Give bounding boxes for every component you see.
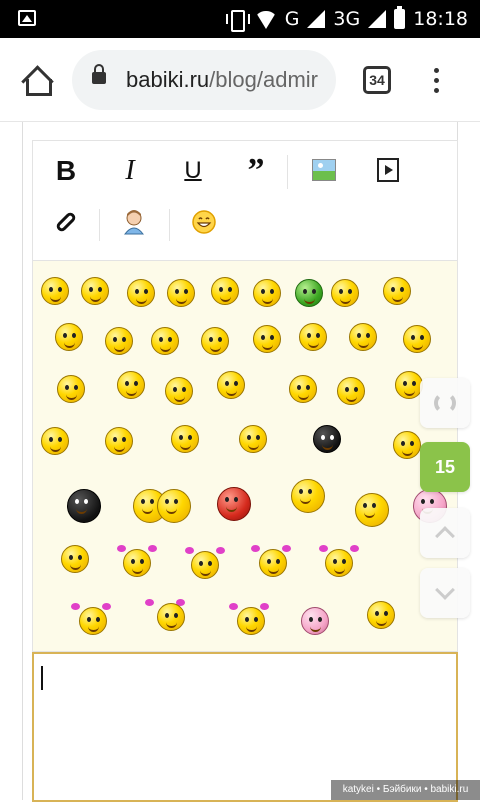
smiley-icon[interactable] [127,279,155,307]
signal-icon [307,10,326,28]
smiley-icon[interactable] [239,425,267,453]
smiley-icon[interactable] [301,607,329,635]
smiley-icon[interactable] [253,279,281,307]
wifi-icon [254,11,277,29]
smiley-icon[interactable] [167,279,195,307]
network-type-3g: 3G [333,8,361,30]
smiley-icon[interactable] [201,327,229,355]
smiley-icon[interactable] [117,371,145,399]
smiley-icon[interactable] [295,279,323,307]
url-text: babiki.ru/blog/admir [126,67,318,93]
signal-icon-2 [368,10,387,28]
smiley-icon[interactable] [123,549,151,577]
smiley-icon[interactable] [105,327,133,355]
smiley-icon[interactable] [57,375,85,403]
link-icon [54,210,78,234]
url-path: /blog/admir [209,67,318,92]
comment-editor: B I U ” [32,140,458,802]
smiley-icon[interactable] [79,607,107,635]
smiley-icon[interactable] [313,425,341,453]
smiley-icon[interactable] [217,487,251,521]
refresh-icon [434,392,456,414]
smiley-icon[interactable] [157,489,191,523]
image-notification-icon [18,10,36,26]
status-bar: G 3G 18:18 [0,0,480,38]
smiley-icon[interactable] [105,427,133,455]
girl-icon [123,210,145,235]
insert-avatar-button[interactable] [119,207,149,237]
smiley-icon[interactable] [331,279,359,307]
page-content: B I U ” 15 [0,122,480,802]
lock-icon [92,64,106,84]
smiley-icon[interactable] [171,425,199,453]
refresh-button[interactable] [420,378,470,428]
smiley-icon[interactable] [337,377,365,405]
editor-toolbar: B I U ” [32,140,458,260]
smiley-icon[interactable] [151,327,179,355]
smiley-icon[interactable] [191,551,219,579]
smiley-icon[interactable] [395,371,423,399]
smiley-icon [192,210,216,234]
video-icon [377,158,399,182]
insert-smiley-button[interactable] [189,207,219,237]
clock: 18:18 [413,8,468,30]
status-icons: G 3G 18:18 [225,0,468,38]
toolbar-divider [287,155,288,189]
smiley-icon[interactable] [259,549,287,577]
address-bar[interactable]: babiki.ru/blog/admir [72,50,336,110]
comment-count-button[interactable]: 15 [420,442,470,492]
smiley-icon[interactable] [41,277,69,305]
smiley-icon[interactable] [383,277,411,305]
battery-icon [394,6,406,29]
insert-image-button[interactable] [309,155,339,185]
smiley-icon[interactable] [237,607,265,635]
smiley-icon[interactable] [291,479,325,513]
italic-button[interactable]: I [115,155,145,187]
insert-link-button[interactable] [51,207,81,237]
smiley-icon[interactable] [393,431,421,459]
smiley-icon[interactable] [355,493,389,527]
smiley-icon[interactable] [253,325,281,353]
insert-video-button[interactable] [373,155,403,185]
text-caret [41,666,43,690]
smiley-icon[interactable] [289,375,317,403]
scroll-up-button[interactable] [420,508,470,558]
chevron-down-icon [435,580,455,600]
quote-button[interactable]: ” [241,152,271,189]
watermark: katykei • Бэйбики • babiki.ru [331,780,480,800]
smiley-icon[interactable] [55,323,83,351]
underline-button[interactable]: U [178,155,208,187]
smiley-icon[interactable] [67,489,101,523]
smiley-icon[interactable] [367,601,395,629]
vibrate-icon [225,8,250,32]
toolbar-divider [169,209,170,241]
tab-switcher-button[interactable]: 34 [363,66,391,94]
toolbar-divider [99,209,100,241]
overflow-menu-icon[interactable] [432,68,440,94]
smiley-icon[interactable] [61,545,89,573]
smiley-icon[interactable] [165,377,193,405]
smiley-icon[interactable] [217,371,245,399]
smiley-icon[interactable] [403,325,431,353]
home-icon[interactable] [20,66,52,96]
smiley-icon[interactable] [299,323,327,351]
smiley-icon[interactable] [157,603,185,631]
smiley-icon[interactable] [325,549,353,577]
smiley-icon[interactable] [81,277,109,305]
smiley-icon[interactable] [349,323,377,351]
bold-button[interactable]: B [51,155,81,187]
chevron-up-icon [435,526,455,546]
smiley-icon[interactable] [41,427,69,455]
smiley-icon[interactable] [211,277,239,305]
network-type: G [284,8,300,30]
scroll-down-button[interactable] [420,568,470,618]
image-icon [312,159,336,181]
url-host: babiki.ru [126,67,210,92]
browser-toolbar: babiki.ru/blog/admir 34 [0,38,480,122]
smiley-picker [32,260,458,652]
